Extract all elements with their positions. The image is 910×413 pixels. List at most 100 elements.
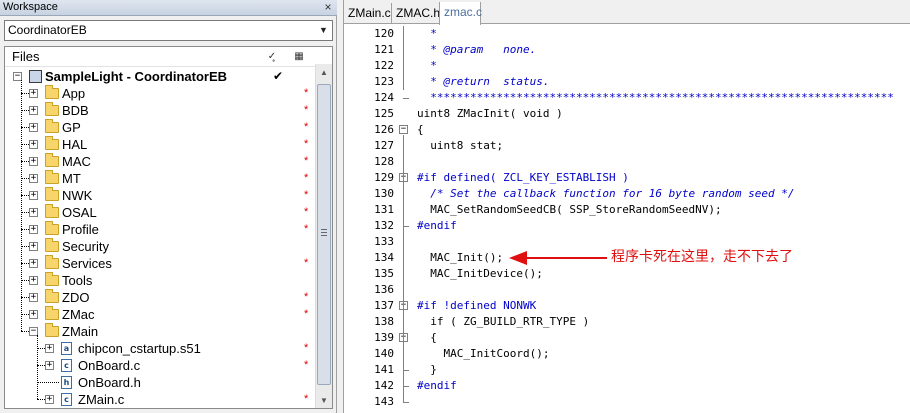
tree-item[interactable]: + Profile * — [5, 221, 316, 238]
tab-zmain-c[interactable]: ZMain.c — [344, 3, 391, 24]
check-settings-icon[interactable]: ✓̥ — [264, 50, 280, 64]
tree-item[interactable]: + GP * — [5, 119, 316, 136]
code-line[interactable]: #if !defined NONWK — [417, 298, 536, 314]
expand-icon[interactable]: + — [29, 225, 38, 234]
folder-icon — [45, 255, 59, 269]
tree-item[interactable]: − ZMain — [5, 323, 316, 340]
tree-item[interactable]: + Security — [5, 238, 316, 255]
code-line[interactable]: ****************************************… — [417, 90, 894, 106]
annotation-text: 程序卡死在这里，走不下去了 — [611, 249, 793, 265]
annotation-arrow-icon — [509, 251, 607, 265]
tree-item-label: BDB — [62, 103, 89, 118]
line-number: 126 — [374, 123, 394, 136]
expand-icon[interactable]: + — [29, 140, 38, 149]
expand-icon[interactable]: + — [29, 276, 38, 285]
tab-zmac-h[interactable]: ZMAC.h — [391, 3, 440, 24]
folder-icon — [45, 289, 59, 303]
line-number-gutter: 120 121 122 123 124 125 126 127 128 129 130 131 132 1… — [344, 25, 396, 413]
tree-item[interactable]: + Tools — [5, 272, 316, 289]
line-number: 125 — [374, 107, 394, 120]
expand-icon[interactable]: + — [29, 191, 38, 200]
tree-item[interactable]: + HAL * — [5, 136, 316, 153]
code-line[interactable]: #if defined( ZCL_KEY_ESTABLISH ) — [417, 170, 629, 186]
files-header: Files ✓̥ ▦ — [5, 47, 316, 67]
line-number: 135 — [374, 267, 394, 280]
expand-icon[interactable]: + — [29, 293, 38, 302]
scroll-up-icon[interactable]: ▲ — [316, 64, 332, 81]
expand-icon[interactable]: + — [29, 157, 38, 166]
code-line[interactable]: if ( ZG_BUILD_RTR_TYPE ) — [417, 314, 589, 330]
tree-item[interactable]: + Services * — [5, 255, 316, 272]
tab-zmac-c[interactable]: zmac.c — [439, 2, 482, 25]
code-line[interactable]: * — [417, 58, 437, 74]
tree-item[interactable]: + NWK * — [5, 187, 316, 204]
code-line[interactable]: MAC_Init(); — [417, 250, 503, 266]
tree-item-label: MT — [62, 171, 81, 186]
tree-item[interactable]: + a chipcon_cstartup.s51 * — [5, 340, 316, 357]
build-config-icon[interactable]: ▦ — [291, 50, 307, 64]
code-line[interactable]: #endif — [417, 218, 457, 234]
code-line[interactable]: uint8 stat; — [417, 138, 503, 154]
active-check-icon: ✔ — [273, 69, 284, 83]
tree-item[interactable]: + BDB * — [5, 102, 316, 119]
code-line[interactable]: uint8 ZMacInit( void ) — [417, 106, 563, 122]
tree-item[interactable]: + OSAL * — [5, 204, 316, 221]
configuration-select[interactable]: CoordinatorEB ▼ — [4, 20, 333, 41]
scroll-down-icon[interactable]: ▼ — [316, 392, 332, 408]
tree-connector — [37, 348, 45, 349]
code-line[interactable]: { — [417, 122, 424, 138]
code-line[interactable]: MAC_InitCoord(); — [417, 346, 549, 362]
expand-icon[interactable]: + — [45, 361, 54, 370]
code-line[interactable]: /* Set the callback function for 16 byte… — [417, 186, 794, 202]
code-line[interactable]: } — [417, 362, 437, 378]
expand-icon[interactable]: + — [29, 208, 38, 217]
tree-item[interactable]: + App * — [5, 85, 316, 102]
expand-icon[interactable]: + — [45, 344, 54, 353]
tree-item[interactable]: + ZDO * — [5, 289, 316, 306]
line-number: 124 — [374, 91, 394, 104]
code-line[interactable]: #endif — [417, 378, 457, 394]
chevron-down-icon[interactable]: ▼ — [315, 21, 332, 40]
line-number: 138 — [374, 315, 394, 328]
tree-connector — [37, 382, 59, 383]
fold-collapse-icon[interactable]: − — [399, 125, 408, 134]
vertical-scrollbar[interactable]: ▲ ▼ — [315, 64, 332, 408]
expand-icon[interactable]: + — [29, 310, 38, 319]
code-editor: ZMain.c ZMAC.h zmac.c 120 121 122 123 124 125… — [343, 0, 910, 413]
expand-icon[interactable]: + — [29, 89, 38, 98]
code-line[interactable]: * — [417, 26, 437, 42]
expand-icon[interactable]: + — [45, 395, 54, 404]
tree-item-label: Services — [62, 256, 112, 271]
code-line[interactable]: MAC_InitDevice(); — [417, 266, 543, 282]
expand-icon[interactable]: + — [29, 106, 38, 115]
tree-item-label: OSAL — [62, 205, 97, 220]
code-line[interactable]: * @param none. — [417, 42, 536, 58]
folder-icon — [45, 221, 59, 235]
tree-item[interactable]: + MAC * — [5, 153, 316, 170]
expand-icon[interactable]: + — [29, 174, 38, 183]
expand-icon[interactable]: + — [29, 123, 38, 132]
expand-icon[interactable]: + — [29, 242, 38, 251]
tree-item[interactable]: h OnBoard.h — [5, 374, 316, 391]
tree-item[interactable]: + c ZMain.c * — [5, 391, 316, 408]
tree-item[interactable]: + MT * — [5, 170, 316, 187]
tree-item[interactable]: + ZMac * — [5, 306, 316, 323]
code-line[interactable]: * @return status. — [417, 74, 549, 90]
folder-icon — [45, 85, 59, 99]
code-area[interactable]: 120 121 122 123 124 125 126 127 128 129 130 131 132 1… — [344, 25, 910, 413]
modified-mark: * — [304, 155, 309, 167]
tree-root-project[interactable]: − SampleLight - CoordinatorEB ✔ — [5, 68, 316, 85]
folder-icon — [45, 153, 59, 167]
tree-item-label: HAL — [62, 137, 88, 152]
tree-connector — [21, 144, 29, 145]
code-line[interactable]: MAC_SetRandomSeedCB( SSP_StoreRandomSeed… — [417, 202, 721, 218]
scrollbar-thumb[interactable] — [317, 84, 331, 385]
modified-mark: * — [304, 121, 309, 133]
tree-item[interactable]: + c OnBoard.c * — [5, 357, 316, 374]
close-icon[interactable]: × — [322, 0, 334, 15]
expand-icon[interactable]: + — [29, 259, 38, 268]
modified-mark: * — [304, 308, 309, 320]
code-line[interactable]: { — [417, 330, 437, 346]
workspace-title: Workspace — [3, 1, 58, 13]
line-number: 133 — [374, 235, 394, 248]
